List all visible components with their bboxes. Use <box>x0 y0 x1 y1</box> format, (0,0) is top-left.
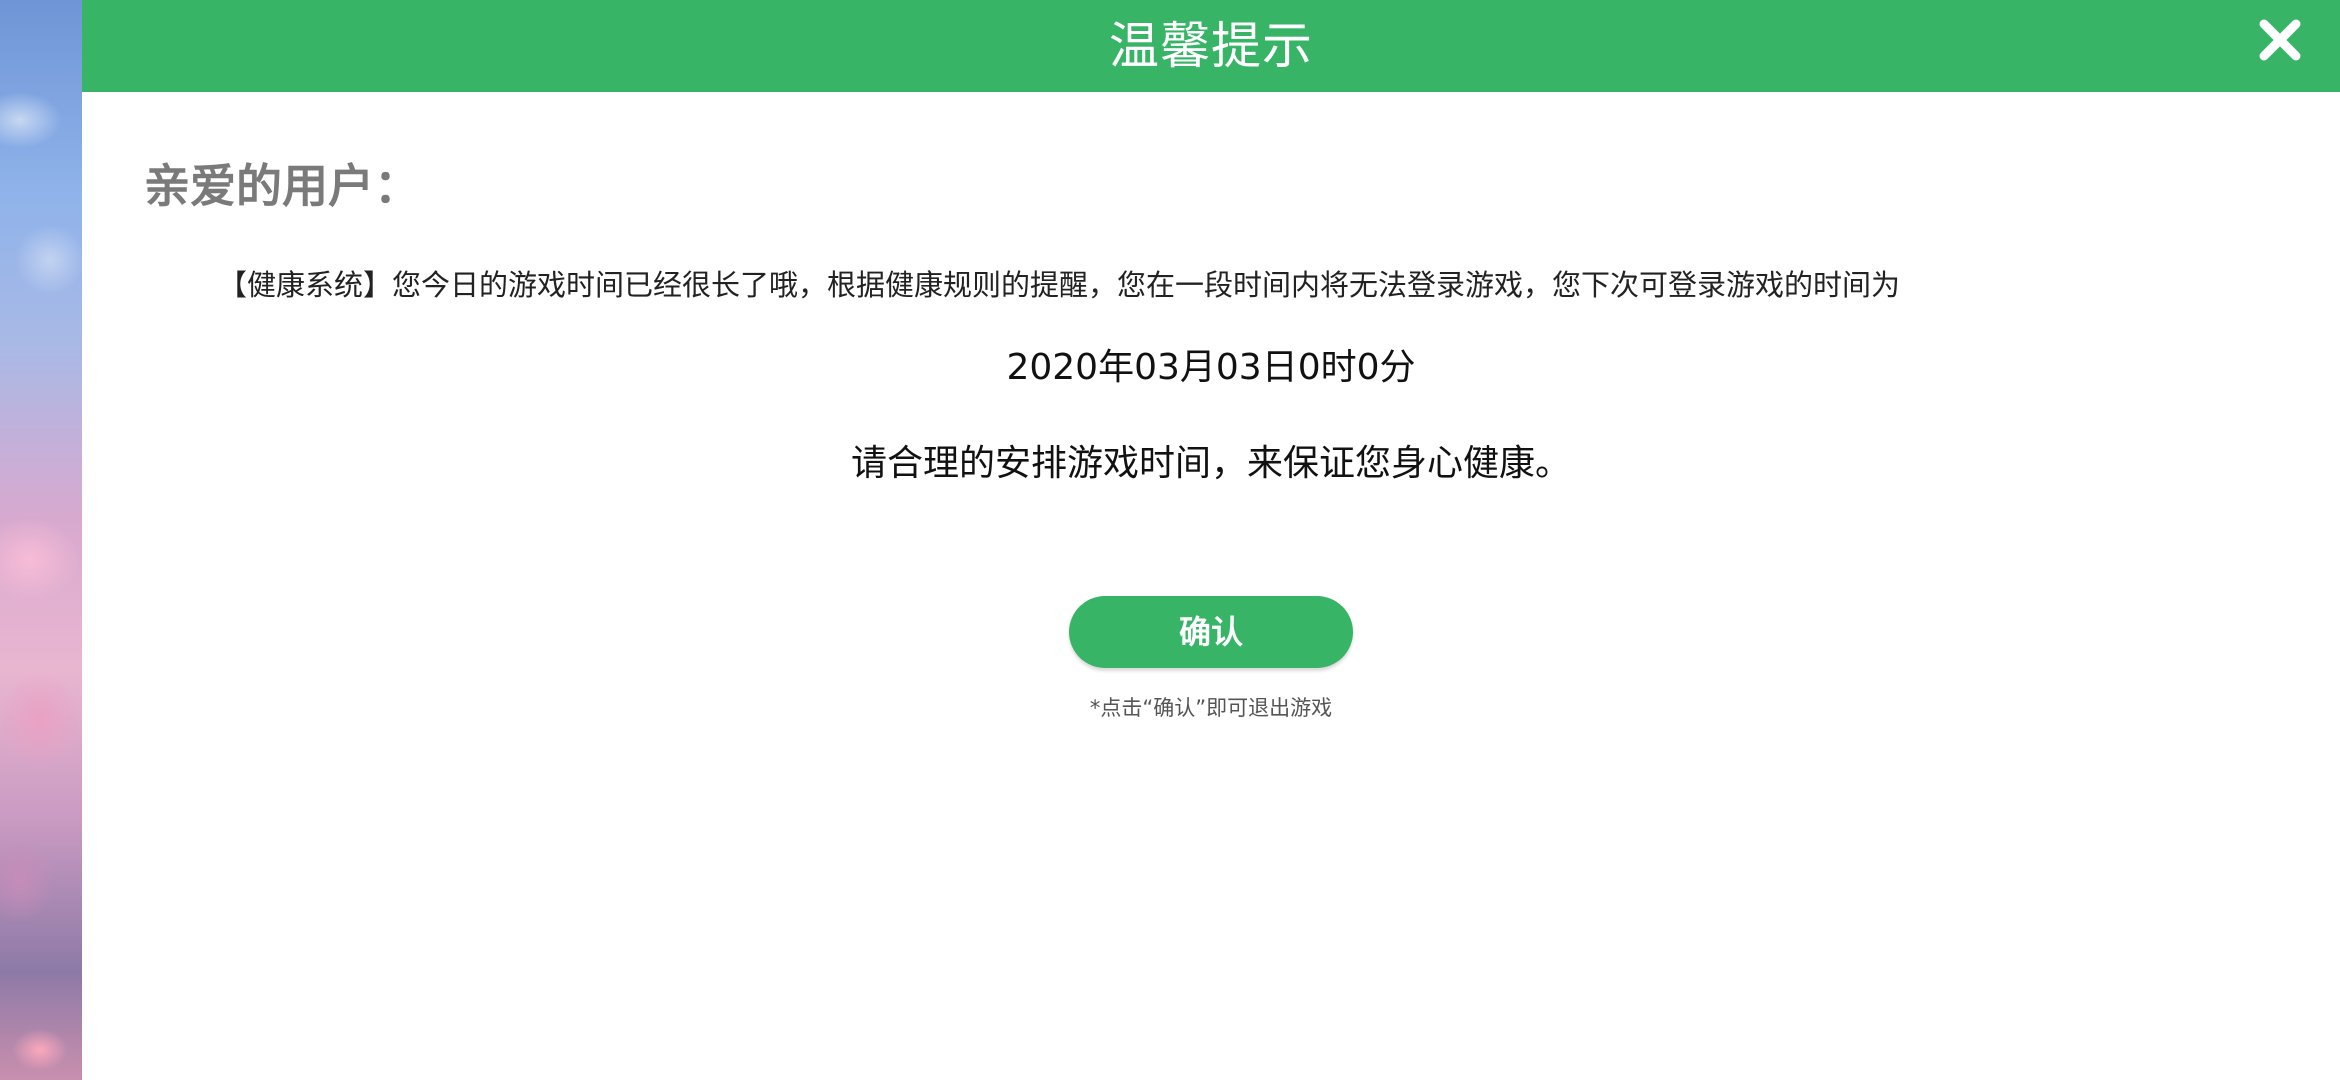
dialog-header: 温馨提示 <box>82 0 2340 92</box>
greeting-text: 亲爱的用户： <box>144 159 420 213</box>
exit-hint: *点击“确认”即可退出游戏 <box>1089 696 1333 720</box>
advice-text: 请合理的安排游戏时间，来保证您身心健康。 <box>850 443 1571 484</box>
screen: 温馨提示 亲爱的用户： 【健康系统】您今日的游戏时间已经很长了哦，根据健康规则的… <box>0 0 2340 1080</box>
health-reminder-dialog: 温馨提示 亲爱的用户： 【健康系统】您今日的游戏时间已经很长了哦，根据健康规则的… <box>82 0 2340 1080</box>
game-background <box>0 0 82 1080</box>
next-login-time: 2020年03月03日0时0分 <box>1006 347 1416 388</box>
confirm-button[interactable]: 确认 <box>1069 596 1353 668</box>
close-icon <box>2259 19 2301 61</box>
health-message: 【健康系统】您今日的游戏时间已经很长了哦，根据健康规则的提醒，您在一段时间内将无… <box>218 268 1901 302</box>
close-button[interactable] <box>2258 18 2302 62</box>
dialog-title: 温馨提示 <box>1109 17 1313 75</box>
